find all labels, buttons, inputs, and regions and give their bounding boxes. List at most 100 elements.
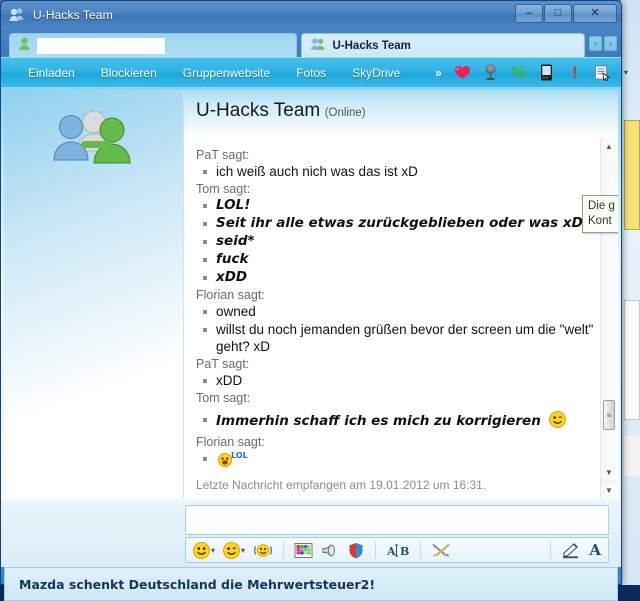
message-group: ich weiß auch nich was das ist xD — [200, 163, 596, 180]
menu-icon-group: % ! — [454, 64, 628, 82]
conversation-body: U-Hacks Team (Online) PaT sagt: ich weiß… — [1, 87, 621, 501]
title-bar[interactable]: U-Hacks Team – □ ✕ — [1, 1, 621, 29]
chat-tab-inactive-label — [37, 38, 165, 54]
chat-tab-active[interactable]: U-Hacks Team — [301, 33, 585, 57]
activities-button[interactable] — [428, 539, 454, 561]
messenger-conversation-window: U-Hacks Team – □ ✕ — [0, 0, 622, 585]
window-title: U-Hacks Team — [33, 8, 113, 22]
toolbar-separator — [283, 541, 284, 559]
chevron-down-icon[interactable]: ▾ — [211, 546, 215, 555]
scroll-page-down-button[interactable]: ▼ — [601, 481, 617, 498]
menu-item-blockieren[interactable]: Blockieren — [88, 63, 170, 83]
heart-icon[interactable] — [454, 64, 472, 82]
tooltip-line-1: Die g — [588, 199, 618, 214]
message-group: xDD — [200, 372, 596, 389]
message-line: ich weiß auch nich was das ist xD — [200, 163, 596, 180]
minimize-button[interactable]: – — [515, 4, 543, 23]
scroll-down-button[interactable]: ▼ — [601, 464, 617, 481]
handwriting-button[interactable] — [558, 539, 584, 561]
message-line: xDD — [200, 372, 596, 389]
group-contacts-icon — [8, 7, 26, 23]
scroll-up-button[interactable]: ▲ — [601, 138, 617, 155]
advertisement-bar[interactable]: Mazda schenkt Deutschland die Mehrwertst… — [4, 567, 618, 601]
games-button[interactable] — [344, 539, 368, 561]
microphone-icon[interactable] — [482, 64, 500, 82]
alert-exclamation-icon[interactable]: ! — [566, 64, 584, 82]
message-text: Immerhin schaff ich es mich zu korrigier… — [216, 413, 541, 429]
message-sender: PaT sagt: — [196, 148, 596, 162]
group-avatar[interactable] — [44, 105, 144, 175]
conversation-header: U-Hacks Team (Online) — [184, 90, 618, 138]
tooltip: Die g Kont — [582, 195, 618, 233]
wink-smiley-icon — [549, 411, 566, 433]
message-line: fuck — [200, 251, 596, 268]
menu-item-gruppenwebsite[interactable]: Gruppenwebsite — [170, 63, 283, 83]
message-line: seid* — [200, 233, 596, 250]
nudge-button[interactable] — [250, 539, 276, 561]
background-window-content-white — [624, 300, 640, 420]
notes-icon[interactable] — [594, 64, 612, 82]
backgrounds-button[interactable] — [291, 539, 316, 561]
compose-area: ▾ ▾ — [1, 501, 621, 567]
contact-icon — [18, 37, 31, 54]
svg-text:B: B — [400, 545, 409, 558]
svg-text:LOL: LOL — [231, 451, 248, 460]
message-history[interactable]: PaT sagt: ich weiß auch nich was das ist… — [184, 138, 618, 472]
message-line: xDD — [200, 269, 596, 286]
chevron-down-icon[interactable]: ▾ — [241, 546, 245, 555]
chat-tab-inactive[interactable] — [9, 33, 297, 57]
message-group: LOL! Seit ihr alle etwas zurückgeblieben… — [200, 197, 596, 286]
maximize-button[interactable]: □ — [544, 4, 572, 23]
message-sender: Tom sagt: — [196, 391, 596, 405]
message-line: owned — [200, 303, 596, 320]
tab-navigation: ‹ › — [589, 36, 617, 51]
message-line: willst du noch jemanden grüßen bevor der… — [200, 321, 596, 355]
message-line: Seit ihr alle etwas zurückgeblieben oder… — [200, 215, 596, 232]
menu-item-fotos[interactable]: Fotos — [283, 63, 339, 83]
format-toolbar: ▾ ▾ — [185, 537, 609, 563]
message-group: LOL — [200, 450, 596, 467]
group-contacts-icon — [310, 37, 326, 54]
message-scrollbar[interactable]: ▲ ≡ ▼ ▼ — [600, 138, 617, 498]
background-window-right[interactable] — [620, 0, 640, 585]
menu-item-einladen[interactable]: Einladen — [15, 63, 88, 83]
lol-smiley-icon: LOL — [216, 450, 250, 471]
last-message-note: Letzte Nachricht empfangen am 19.01.2012… — [184, 472, 618, 498]
translate-button[interactable]: A B — [383, 539, 413, 561]
scrollbar-thumb[interactable]: ≡ — [603, 400, 615, 430]
font-button[interactable]: A — [586, 539, 604, 561]
menu-item-skydrive[interactable]: SkyDrive — [339, 63, 413, 83]
sound-button[interactable] — [318, 539, 342, 561]
conversation-title: U-Hacks Team — [196, 100, 320, 121]
close-button[interactable]: ✕ — [573, 4, 617, 23]
toolbar-separator — [375, 541, 376, 559]
window-controls: – □ ✕ — [515, 4, 617, 23]
message-line: Immerhin schaff ich es mich zu korrigier… — [200, 411, 596, 433]
message-sender: PaT sagt: — [196, 357, 596, 371]
message-input[interactable] — [185, 505, 609, 535]
chat-tab-strip: U-Hacks Team ‹ › — [1, 29, 621, 57]
chevron-down-icon[interactable]: ▾ — [624, 68, 628, 77]
mobile-phone-icon[interactable] — [538, 64, 556, 82]
menu-overflow-chevron[interactable]: » — [413, 66, 452, 80]
message-sender: Florian sagt: — [196, 435, 596, 449]
chat-tab-active-label: U-Hacks Team — [332, 40, 410, 52]
tab-prev-button[interactable]: ‹ — [589, 36, 602, 51]
background-window-content-yellow — [624, 120, 640, 230]
tooltip-line-2: Kont — [588, 214, 618, 229]
message-sender: Florian sagt: — [196, 288, 596, 302]
message-sender: Tom sagt: — [196, 182, 596, 196]
toolbar-separator — [550, 541, 551, 559]
percent-discount-icon[interactable]: % — [510, 64, 528, 82]
message-line: LOL — [200, 450, 596, 467]
svg-text:A: A — [386, 545, 396, 558]
conversation-status: (Online) — [325, 107, 366, 119]
message-group: owned willst du noch jemanden grüßen bev… — [200, 303, 596, 355]
tab-next-button[interactable]: › — [604, 36, 617, 51]
advertisement-text[interactable]: Mazda schenkt Deutschland die Mehrwertst… — [19, 577, 375, 592]
winks-picker-button[interactable]: ▾ — [220, 539, 248, 561]
emoticon-picker-button[interactable]: ▾ — [190, 539, 218, 561]
avatar-pane — [4, 90, 184, 498]
background-window-content-lower — [624, 436, 640, 476]
command-menu-bar: Einladen Blockieren Gruppenwebsite Fotos… — [1, 57, 621, 87]
